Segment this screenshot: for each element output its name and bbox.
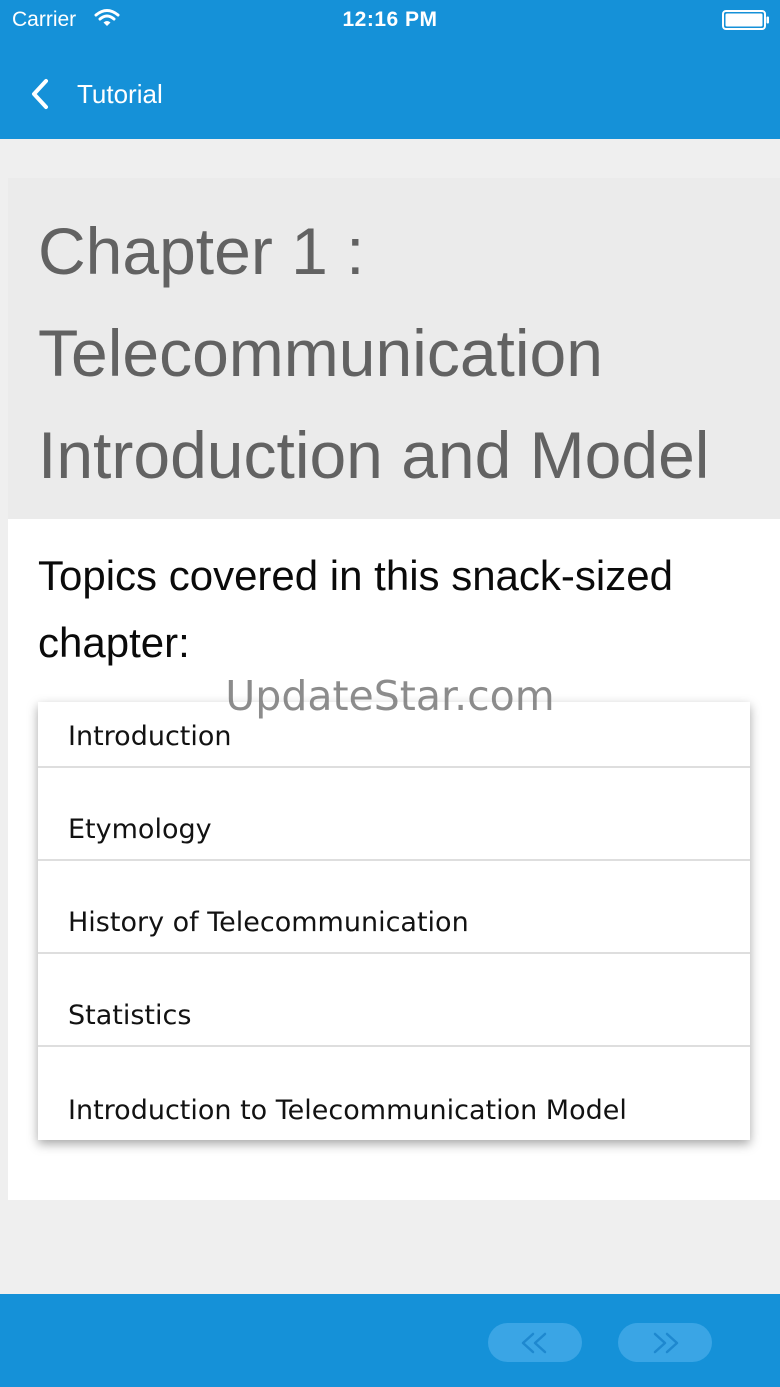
chapter-title: Chapter 1 : Telecommunication Introducti… xyxy=(38,214,710,492)
back-button[interactable]: Tutorial xyxy=(28,76,163,112)
topic-label: Introduction to Telecommunication Model xyxy=(68,1095,627,1126)
previous-button[interactable] xyxy=(488,1323,582,1362)
double-chevron-left-icon xyxy=(521,1332,547,1353)
topic-list: Introduction Etymology History of Teleco… xyxy=(38,702,750,1140)
back-label: Tutorial xyxy=(77,78,163,109)
next-button[interactable] xyxy=(618,1323,712,1362)
status-time: 12:16 PM xyxy=(342,8,438,31)
topic-label: History of Telecommunication xyxy=(68,907,469,938)
content-card: Chapter 1 : Telecommunication Introducti… xyxy=(8,178,780,1200)
topic-label: Statistics xyxy=(68,1000,192,1031)
topic-item-statistics[interactable]: Statistics xyxy=(38,954,750,1047)
battery-icon xyxy=(722,10,769,30)
topic-item-history[interactable]: History of Telecommunication xyxy=(38,861,750,954)
topic-label: Etymology xyxy=(68,814,212,845)
chevron-left-icon xyxy=(32,79,48,109)
topic-item-introduction[interactable]: Introduction xyxy=(38,702,750,768)
top-bar: Carrier 12:16 PM Tutorial xyxy=(0,0,780,139)
bottom-bar xyxy=(0,1294,780,1387)
topic-label: Introduction xyxy=(68,721,232,752)
double-chevron-right-icon xyxy=(653,1332,679,1353)
topic-item-etymology[interactable]: Etymology xyxy=(38,768,750,861)
topic-item-model[interactable]: Introduction to Telecommunication Model xyxy=(38,1047,750,1140)
topics-heading: Topics covered in this snack-sized chapt… xyxy=(38,552,673,666)
chapter-header: Chapter 1 : Telecommunication Introducti… xyxy=(8,178,780,519)
